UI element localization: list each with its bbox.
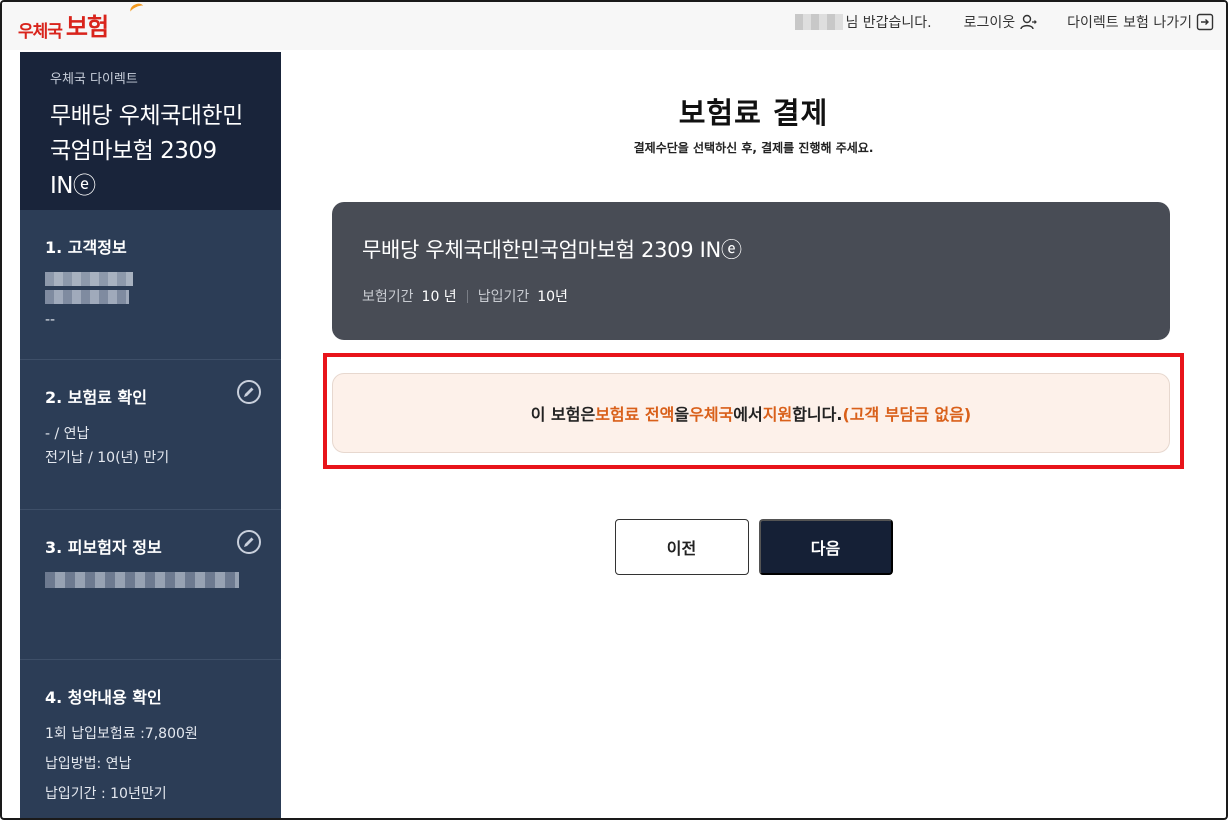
- sidebar: 우체국 다이렉트 무배당 우체국대한민국엄마보험 2309 INⓔ 1. 고객정…: [20, 52, 281, 818]
- sidebar-product-title: 무배당 우체국대한민국엄마보험 2309 INⓔ: [50, 103, 243, 199]
- step-line: 1회 납입보험료 :7,800원: [45, 726, 198, 742]
- sidebar-brand: 우체국 다이렉트: [50, 72, 138, 87]
- support-notice: 이 보험은 보험료 전액 을 우체국 에서 지원 합니다. (고객 부담금 없음…: [332, 373, 1170, 453]
- edit-premium-button[interactable]: [237, 380, 261, 404]
- greeting-text: 님 반갑습니다.: [845, 15, 932, 31]
- pay-period-label: 납입기간: [477, 289, 530, 305]
- notice-text: 에서: [733, 405, 763, 424]
- notice-emphasis: (고객 부담금 없음): [842, 405, 972, 424]
- notice-text: 합니다.: [792, 405, 843, 424]
- logout-label: 로그이웃: [963, 15, 1016, 31]
- notice-text: 을: [674, 405, 690, 424]
- period-label: 보험기간: [362, 289, 414, 305]
- notice-emphasis: 지원: [762, 405, 793, 424]
- notice-emphasis: 보험료 전액: [595, 405, 675, 424]
- sidebar-step-contract-review: 4. 청약내용 확인 1회 납입보험료 :7,800원 납입방법: 연납 납입기…: [20, 660, 281, 810]
- user-icon: [1020, 14, 1038, 30]
- main-content: 보험료 결제 결제수단을 선택하신 후, 결제를 진행해 주세요. 무배당 우체…: [281, 52, 1226, 818]
- exit-icon: [1196, 13, 1214, 31]
- blurred-insured-info: [45, 572, 239, 588]
- product-name: 무배당 우체국대한민국엄마보험 2309 INⓔ: [362, 238, 742, 262]
- step-title: 3. 피보험자 정보: [45, 538, 162, 557]
- app-window: 우체국 보험 님 반갑습니다. 로그이웃 다이렉트 보험 나가기 우체국 다이렉…: [0, 0, 1228, 820]
- exit-direct-link[interactable]: 다이렉트 보험 나가기: [1067, 12, 1214, 32]
- next-button[interactable]: 다음: [758, 519, 893, 575]
- period-value: 10 년: [421, 289, 457, 305]
- step-title: 2. 보험료 확인: [45, 388, 147, 407]
- page-subtitle: 결제수단을 선택하신 후, 결제를 진행해 주세요.: [633, 141, 874, 155]
- logo-text-small: 우체국: [18, 22, 63, 42]
- sidebar-header: 우체국 다이렉트 무배당 우체국대한민국엄마보험 2309 INⓔ: [20, 52, 281, 210]
- greeting: 님 반갑습니다.: [795, 12, 932, 32]
- blurred-user-name: [795, 14, 844, 30]
- step-title: 1. 고객정보: [45, 238, 127, 257]
- pencil-icon: [244, 537, 254, 547]
- step-line: 납입방법: 연납: [45, 756, 132, 772]
- exit-direct-label: 다이렉트 보험 나가기: [1067, 15, 1192, 31]
- step-line: --: [45, 312, 56, 328]
- blurred-customer-detail: [45, 290, 129, 304]
- top-nav: 님 반갑습니다. 로그이웃 다이렉트 보험 나가기: [795, 12, 1214, 32]
- edit-insured-button[interactable]: [237, 530, 261, 554]
- blurred-customer-name: [45, 272, 133, 286]
- logo[interactable]: 우체국 보험: [18, 2, 146, 42]
- pencil-icon: [244, 387, 254, 397]
- prev-button[interactable]: 이전: [614, 519, 749, 575]
- product-card: 무배당 우체국대한민국엄마보험 2309 INⓔ 보험기간 10 년 납입기간 …: [332, 202, 1170, 340]
- top-bar: 우체국 보험 님 반갑습니다. 로그이웃 다이렉트 보험 나가기: [2, 2, 1226, 50]
- sidebar-step-insured-info: 3. 피보험자 정보: [20, 510, 281, 660]
- sidebar-step-customer-info: 1. 고객정보 --: [20, 210, 281, 360]
- logo-text-big: 보험: [65, 13, 109, 41]
- meta-divider: [466, 289, 468, 303]
- pay-period-value: 10년: [537, 289, 568, 305]
- step-line: - / 연납: [45, 426, 90, 442]
- notice-emphasis: 우체국: [689, 405, 734, 424]
- notice-text: 이 보험은: [530, 405, 596, 424]
- product-meta: 보험기간 10 년 납입기간 10년: [362, 286, 1140, 306]
- logo-swoosh-icon: [128, 2, 146, 17]
- step-line: 전기납 / 10(년) 만기: [45, 450, 170, 466]
- page-title: 보험료 결제: [678, 96, 829, 130]
- step-line: 납입기간 : 10년만기: [45, 786, 167, 802]
- sidebar-step-premium-check: 2. 보험료 확인 - / 연납 전기납 / 10(년) 만기: [20, 360, 281, 510]
- step-title: 4. 청약내용 확인: [45, 688, 162, 707]
- logout-link[interactable]: 로그이웃: [964, 12, 1038, 32]
- button-row: 이전 다음: [281, 519, 1226, 575]
